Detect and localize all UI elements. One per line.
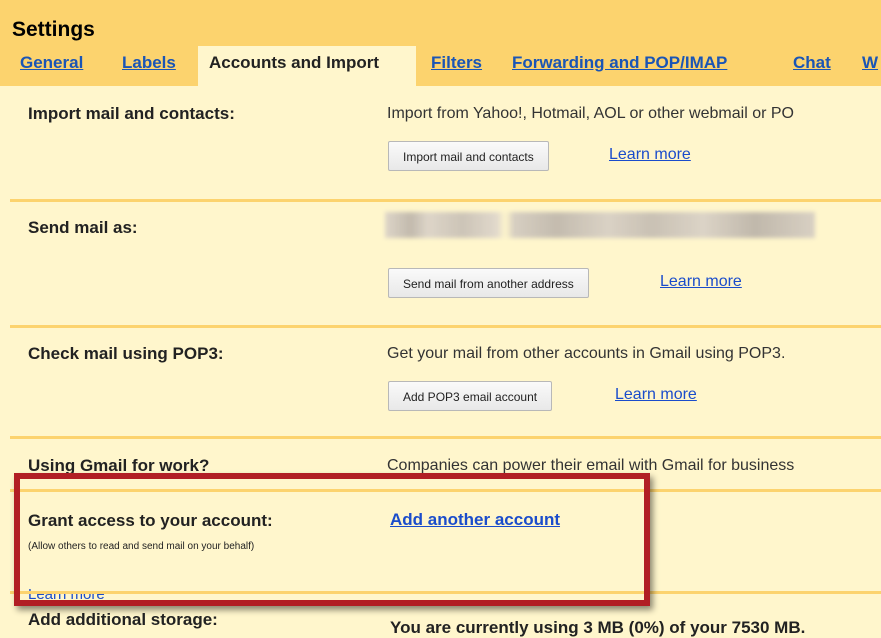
tab-filters[interactable]: Filters bbox=[431, 53, 482, 73]
import-learn-more-link[interactable]: Learn more bbox=[609, 146, 691, 164]
tab-accounts-and-import[interactable]: Accounts and Import bbox=[198, 46, 416, 86]
add-pop3-account-button[interactable]: Add POP3 email account bbox=[388, 381, 553, 411]
section-divider bbox=[10, 591, 881, 594]
section-divider bbox=[10, 489, 881, 492]
section-divider bbox=[10, 199, 881, 202]
section-divider bbox=[10, 325, 881, 328]
grant-learn-more-link[interactable]: Learn more bbox=[28, 586, 105, 603]
work-description: Companies can power their email with Gma… bbox=[387, 457, 795, 474]
page-title: Settings bbox=[12, 18, 95, 41]
tab-accounts-and-import-label: Accounts and Import bbox=[209, 53, 380, 72]
grant-access-label: Grant access to your account: bbox=[28, 511, 273, 530]
grant-access-note: (Allow others to read and send mail on y… bbox=[28, 541, 255, 552]
add-another-account-link[interactable]: Add another account bbox=[390, 510, 560, 530]
pop3-description: Get your mail from other accounts in Gma… bbox=[387, 345, 786, 362]
tab-forwarding-pop-imap[interactable]: Forwarding and POP/IMAP bbox=[512, 53, 727, 73]
storage-usage-text: You are currently using 3 MB (0%) of you… bbox=[390, 618, 806, 637]
pop3-learn-more-link[interactable]: Learn more bbox=[615, 386, 697, 404]
send-as-learn-more-link[interactable]: Learn more bbox=[660, 273, 742, 291]
work-label: Using Gmail for work? bbox=[28, 456, 210, 475]
send-from-another-address-button[interactable]: Send mail from another address bbox=[388, 268, 589, 298]
section-divider bbox=[10, 436, 881, 439]
tab-chat[interactable]: Chat bbox=[793, 53, 831, 73]
tab-more[interactable]: W bbox=[862, 53, 878, 73]
tab-labels[interactable]: Labels bbox=[122, 53, 176, 73]
import-mail-button[interactable]: Import mail and contacts bbox=[388, 141, 549, 171]
tab-general[interactable]: General bbox=[20, 53, 83, 73]
send-as-label: Send mail as: bbox=[28, 218, 138, 237]
blurred-email-address bbox=[385, 212, 815, 238]
highlight-box bbox=[14, 473, 650, 606]
import-label: Import mail and contacts: bbox=[28, 104, 235, 123]
settings-header: Settings General Labels Accounts and Imp… bbox=[0, 0, 881, 86]
import-description: Import from Yahoo!, Hotmail, AOL or othe… bbox=[387, 105, 794, 122]
storage-label: Add additional storage: bbox=[28, 610, 218, 629]
pop3-label: Check mail using POP3: bbox=[28, 344, 224, 363]
